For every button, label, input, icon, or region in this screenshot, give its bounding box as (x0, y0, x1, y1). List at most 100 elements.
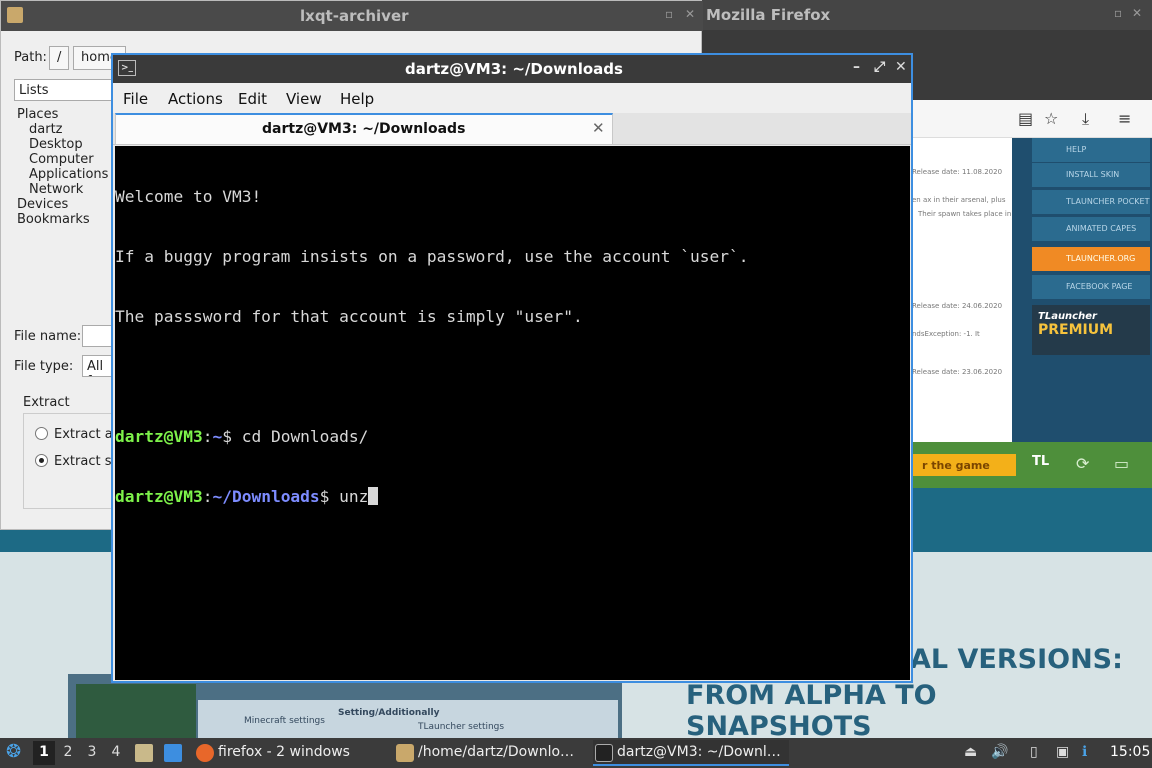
tree-item-dartz[interactable]: dartz (17, 122, 108, 137)
text-cursor (368, 487, 379, 505)
firefox-icon (196, 744, 214, 762)
minimize-icon[interactable]: ▫ (1114, 6, 1122, 20)
output-line: The passsword for that account is simply… (115, 307, 583, 326)
download-icon[interactable]: ⤓ (1082, 109, 1089, 129)
task-label: firefox - 2 windows (218, 744, 350, 760)
radio-icon[interactable] (35, 427, 48, 440)
close-icon[interactable]: ✕ (1132, 6, 1142, 20)
file-type-select[interactable]: All f (82, 355, 112, 377)
volume-icon[interactable]: 🔊 (991, 744, 1008, 760)
tab-terminal[interactable]: dartz@VM3: ~/Downloads ✕ (115, 113, 613, 144)
play-game-button[interactable]: r the game (912, 454, 1016, 476)
desktop-1[interactable]: 1 (33, 741, 55, 765)
sidebar-link-facebook[interactable]: FACEBOOK PAGE (1032, 275, 1150, 299)
site-sidebar: HELP INSTALL SKIN TLAUNCHER POCKET ANIMA… (1012, 138, 1152, 442)
archiver-titlebar[interactable]: lxqt-archiver ▫ ✕ (1, 1, 703, 31)
sidebar-link-install-skin[interactable]: INSTALL SKIN (1032, 163, 1150, 187)
tl-mods-icon[interactable]: TL (1032, 454, 1049, 469)
extract-selected-label: Extract se (54, 454, 120, 469)
desktop-2[interactable]: 2 (57, 741, 79, 765)
tab-bar: dartz@VM3: ~/Downloads ✕ (113, 113, 911, 145)
menu-file[interactable]: File (123, 90, 148, 108)
premium-banner[interactable]: TLauncher PREMIUM (1032, 305, 1150, 355)
menu-edit[interactable]: Edit (238, 90, 267, 108)
sidebar-link-tlauncher-org[interactable]: TLAUNCHER.ORG (1032, 247, 1150, 271)
promo-heading-1: AL VERSIONS: (910, 644, 1123, 675)
start-menu-icon[interactable]: ❂ (6, 741, 21, 762)
release-date: Release date: 24.06.2020 (912, 302, 1003, 310)
prompt-colon: : (202, 427, 213, 446)
show-desktop-icon[interactable] (164, 744, 182, 762)
firefox-title: Mozilla Firefox (706, 6, 831, 24)
minimize-icon[interactable]: – (853, 59, 860, 75)
release-date: Release date: 11.08.2020 (912, 168, 1003, 176)
minimize-icon[interactable]: ▫ (665, 7, 673, 21)
promo-heading-2: FROM ALPHA TO SNAPSHOTS (686, 680, 937, 742)
terminal-app-icon: >_ (118, 60, 136, 76)
refresh-icon[interactable]: ⟳ (1076, 454, 1089, 473)
terminal-output[interactable]: Welcome to VM3! If a buggy program insis… (115, 146, 910, 680)
launcher-bar: r the game TL ⟳ ▭ (912, 442, 1152, 488)
places-combo[interactable]: Lists (14, 79, 114, 101)
file-name-field[interactable] (82, 325, 112, 347)
menu-actions[interactable]: Actions (168, 90, 223, 108)
task-archiver[interactable]: /home/dartz/Downlo… (394, 740, 586, 766)
close-icon[interactable]: ✕ (685, 7, 695, 21)
archive-app-icon (7, 7, 23, 23)
clipboard-icon[interactable]: ▯ (1030, 744, 1038, 760)
extract-all-radio[interactable]: Extract al (35, 427, 116, 442)
bookmark-star-icon[interactable]: ☆ (1044, 109, 1058, 128)
premium-small: TLauncher (1038, 311, 1097, 322)
tree-item-computer[interactable]: Computer (17, 152, 108, 167)
close-icon[interactable]: ✕ (895, 59, 907, 75)
firefox-titlebar[interactable]: Mozilla Firefox ▫ ✕ (700, 0, 1152, 30)
prompt-line: dartz@VM3:~/Downloads$ unz (115, 487, 910, 507)
prompt-path: ~/Downloads (212, 487, 320, 506)
path-crumb-root[interactable]: / (49, 46, 70, 70)
radio-checked-icon[interactable] (35, 454, 48, 467)
clock[interactable]: 15:05 (1110, 744, 1150, 760)
desktop-4[interactable]: 4 (105, 741, 127, 765)
sidebar-link-capes[interactable]: ANIMATED CAPES (1032, 217, 1150, 241)
terminal-icon (595, 744, 613, 762)
menu-bar: File Actions Edit View Help (113, 83, 911, 113)
notification-icon[interactable]: ℹ (1082, 744, 1087, 760)
extract-group-label: Extract (23, 395, 70, 410)
reader-view-icon[interactable]: ▤ (1018, 109, 1033, 128)
network-icon[interactable]: ▣ (1056, 744, 1069, 760)
menu-help[interactable]: Help (340, 90, 374, 108)
tree-places[interactable]: Places (17, 107, 108, 122)
file-manager-icon[interactable] (135, 744, 153, 762)
article-snippet: ndsException: -1. It (912, 330, 980, 338)
tree-item-applications[interactable]: Applications (17, 167, 108, 182)
task-firefox[interactable]: firefox - 2 windows (194, 740, 384, 766)
output-line: Welcome to VM3! (115, 187, 262, 206)
file-type-label: File type: (14, 359, 74, 374)
eject-icon[interactable]: ⏏ (964, 744, 977, 760)
screenshot-label: TLauncher settings (418, 722, 505, 732)
task-terminal[interactable]: dartz@VM3: ~/Downl… (593, 740, 789, 766)
tree-item-network[interactable]: Network (17, 182, 108, 197)
prompt-path: ~ (212, 427, 223, 446)
path-label: Path: (14, 50, 47, 65)
hamburger-menu-icon[interactable]: ≡ (1118, 109, 1131, 128)
output-line: If a buggy program insists on a password… (115, 247, 749, 266)
desktop-3[interactable]: 3 (81, 741, 103, 765)
sidebar-link-pocket[interactable]: TLAUNCHER POCKET (1032, 190, 1150, 214)
tree-bookmarks[interactable]: Bookmarks (17, 212, 108, 227)
sidebar-link-help[interactable]: HELP (1032, 138, 1150, 162)
archive-icon (396, 744, 414, 762)
extract-all-label: Extract al (54, 427, 117, 442)
terminal-titlebar[interactable]: >_ dartz@VM3: ~/Downloads – ⤢ ✕ (113, 55, 911, 83)
tab-close-icon[interactable]: ✕ (592, 119, 605, 137)
places-tree: Places dartz Desktop Computer Applicatio… (17, 107, 108, 227)
screenshot-game-panel (76, 684, 196, 740)
menu-view[interactable]: View (286, 90, 322, 108)
premium-big: PREMIUM (1038, 322, 1114, 338)
extract-selected-radio[interactable]: Extract se (35, 454, 119, 469)
tree-devices[interactable]: Devices (17, 197, 108, 212)
tree-item-desktop[interactable]: Desktop (17, 137, 108, 152)
maximize-icon[interactable]: ⤢ (874, 59, 885, 75)
folder-icon[interactable]: ▭ (1114, 454, 1129, 473)
